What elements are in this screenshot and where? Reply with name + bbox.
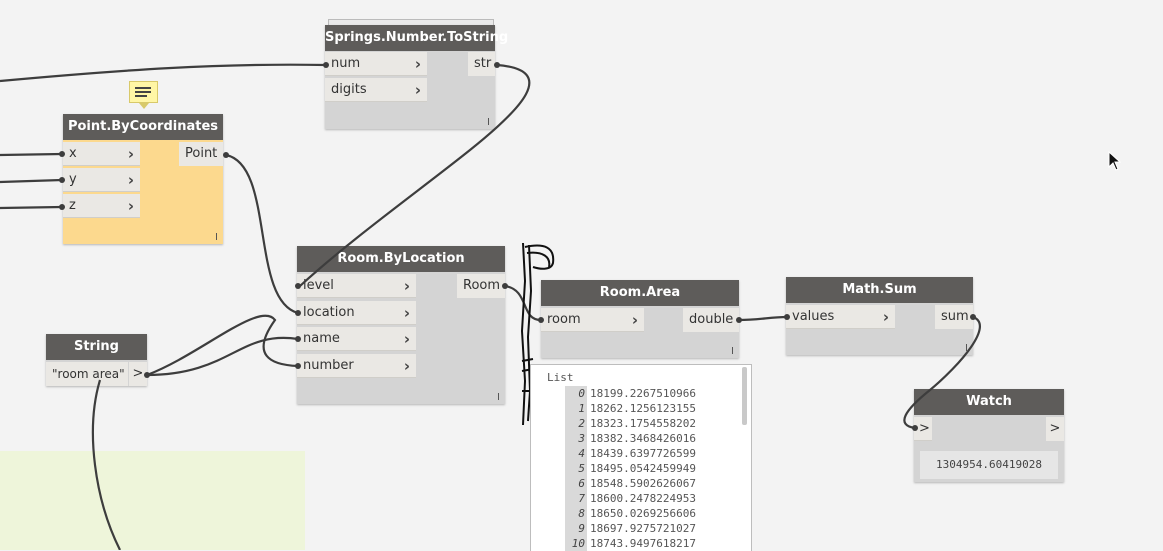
- wire-double-to-values: [738, 315, 788, 322]
- wire-to-num: [0, 63, 327, 83]
- string-node[interactable]: String "room area" >: [46, 334, 147, 386]
- chevron-right-icon: ›: [882, 308, 889, 326]
- wire-to-z: [0, 205, 63, 210]
- chevron-right-icon: ›: [127, 171, 134, 189]
- watch-node[interactable]: Watch > > 1304954.60419028: [914, 389, 1064, 482]
- string-value-input[interactable]: "room area": [46, 362, 128, 386]
- node-title: Point.ByCoordinates: [63, 114, 223, 140]
- node-title: Springs.Number.ToString: [325, 25, 508, 51]
- chevron-right-icon: ›: [403, 277, 410, 295]
- chevron-right-icon: ›: [414, 55, 421, 73]
- watch-value: 1304954.60419028: [920, 451, 1058, 479]
- chevron-right-icon: ›: [414, 81, 421, 99]
- springs-number-tostring-node[interactable]: Springs.Number.ToString num › digits › s…: [325, 25, 508, 129]
- node-title: Room.ByLocation: [297, 246, 505, 272]
- output-port-sum[interactable]: sum: [935, 305, 973, 329]
- resize-grip[interactable]: [966, 344, 967, 351]
- chevron-right-icon: ›: [403, 357, 410, 375]
- point-bycoordinates-node[interactable]: Point.ByCoordinates x › y › z › Point: [63, 114, 223, 244]
- wire-point-to-location: [225, 153, 299, 315]
- output-port-double[interactable]: double: [683, 308, 739, 332]
- node-title: Room.Area: [541, 280, 739, 306]
- node-title: Math.Sum: [786, 277, 973, 303]
- list-item: 6 18548.5902626067: [565, 476, 696, 491]
- wire-string-to-number: [146, 314, 299, 377]
- list-item: 9 18697.9275721027: [565, 521, 696, 536]
- node-title: String: [46, 334, 147, 360]
- room-area-node[interactable]: Room.Area room › double: [541, 280, 739, 358]
- preview-list-bubble[interactable]: List 0 18199.2267510966 1 18262.1256123155…: [530, 364, 752, 551]
- preview-list-title: List: [547, 371, 574, 384]
- input-port-values[interactable]: values ›: [786, 305, 895, 329]
- input-port-x[interactable]: x ›: [63, 142, 140, 166]
- chevron-right-icon: ›: [127, 145, 134, 163]
- room-bylocation-node[interactable]: Room.ByLocation level › location › name …: [297, 246, 505, 404]
- input-port-location[interactable]: location ›: [297, 301, 416, 325]
- input-port-digits[interactable]: digits ›: [325, 78, 427, 102]
- list-item: 8 18650.0269256606: [565, 506, 696, 521]
- list-item: 5 18495.0542459949: [565, 461, 696, 476]
- list-item: 4 18439.6397726599: [565, 446, 696, 461]
- preview-scrollbar[interactable]: [742, 367, 747, 425]
- input-port-z[interactable]: z ›: [63, 194, 140, 218]
- note-icon[interactable]: [129, 81, 158, 109]
- input-port-number[interactable]: number ›: [297, 354, 416, 378]
- output-port-room[interactable]: Room: [457, 274, 505, 298]
- list-item: 1 18262.1256123155: [565, 401, 696, 416]
- output-port-watch[interactable]: >: [1046, 417, 1064, 441]
- list-item: 10 18743.9497618217: [565, 536, 696, 551]
- list-item: 0 18199.2267510966: [565, 386, 696, 401]
- input-port-name[interactable]: name ›: [297, 327, 416, 351]
- node-group-area[interactable]: [0, 451, 305, 550]
- chevron-right-icon: ›: [403, 304, 410, 322]
- wire-to-y: [0, 178, 63, 184]
- mouse-pointer-icon: [1108, 151, 1122, 171]
- list-item: 3 18382.3468426016: [565, 431, 696, 446]
- resize-grip[interactable]: [732, 347, 733, 354]
- input-port-num[interactable]: num ›: [325, 52, 427, 76]
- list-item: 7 18600.2478224953: [565, 491, 696, 506]
- output-port-string[interactable]: >: [129, 362, 147, 386]
- chevron-right-icon: ›: [631, 311, 638, 329]
- output-port-point[interactable]: Point: [179, 142, 223, 166]
- chevron-right-icon: ›: [403, 330, 410, 348]
- output-port-str[interactable]: str: [468, 52, 495, 76]
- node-title: Watch: [914, 389, 1064, 415]
- resize-grip[interactable]: [498, 393, 499, 400]
- chevron-right-icon: ›: [127, 197, 134, 215]
- input-port-watch[interactable]: >: [914, 417, 932, 441]
- input-port-level[interactable]: level ›: [297, 274, 416, 298]
- wire-to-x: [0, 152, 63, 157]
- input-port-y[interactable]: y ›: [63, 168, 140, 192]
- resize-grip[interactable]: [216, 233, 217, 240]
- math-sum-node[interactable]: Math.Sum values › sum: [786, 277, 973, 355]
- list-item: 2 18323.1754558202: [565, 416, 696, 431]
- resize-grip[interactable]: [488, 118, 489, 125]
- wire-string-to-name: [146, 336, 299, 377]
